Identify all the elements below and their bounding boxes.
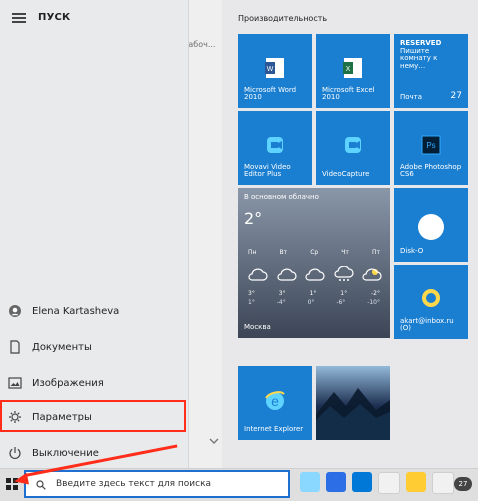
word-icon: W bbox=[263, 56, 287, 83]
weather-day: Пт bbox=[371, 249, 380, 256]
weather-high: -2° bbox=[371, 290, 380, 297]
tile-word-label: Microsoft Word 2010 bbox=[244, 85, 297, 102]
taskbar-app-icon[interactable] bbox=[406, 472, 426, 492]
tile-weather[interactable]: В основном облачно 2° Пн Вт Ср Чт Пт 3° … bbox=[238, 188, 390, 338]
cloud-icon bbox=[305, 268, 325, 281]
tile-excel-label: Microsoft Excel 2010 bbox=[322, 85, 375, 102]
movavi-icon bbox=[263, 133, 287, 160]
sun-cloud-icon bbox=[362, 268, 382, 281]
taskbar-search[interactable]: Введите здесь текст для поиска bbox=[24, 470, 290, 498]
mail-preview: RESERVED Пишите комнату к нему… bbox=[400, 39, 462, 71]
mail-badge: 27 bbox=[450, 91, 462, 102]
rail-item-power-label: Выключение bbox=[32, 447, 99, 459]
start-left-rail: ПУСК Elena Kartasheva Документы Изображе… bbox=[0, 0, 189, 468]
cloud-icon bbox=[276, 268, 297, 281]
apps-list-peek bbox=[188, 0, 222, 468]
weather-low: -6° bbox=[336, 299, 346, 306]
weather-highs: 3° 3° 1° 1° -2° bbox=[248, 290, 380, 298]
search-icon bbox=[36, 475, 46, 494]
power-icon bbox=[8, 446, 22, 460]
taskbar-icons bbox=[300, 472, 454, 494]
weather-low: -10° bbox=[367, 299, 380, 306]
weather-condition: В основном облачно bbox=[244, 193, 319, 201]
tile-photos[interactable] bbox=[316, 366, 390, 440]
weather-low: 0° bbox=[307, 299, 315, 306]
tile-ie[interactable]: e Internet Explorer bbox=[238, 366, 312, 440]
tile-email-account-label: akart@inbox.ru (O) bbox=[400, 316, 454, 333]
tiles-group-title: Производительность bbox=[238, 14, 328, 23]
taskbar-app-icon[interactable] bbox=[378, 472, 400, 494]
photoshop-icon: Ps bbox=[419, 133, 443, 160]
tile-excel[interactable]: X Microsoft Excel 2010 bbox=[316, 34, 390, 108]
svg-text:W: W bbox=[267, 66, 274, 73]
tile-ie-label: Internet Explorer bbox=[244, 425, 304, 434]
rail-item-user-label: Elena Kartasheva bbox=[32, 305, 120, 317]
tile-movavi[interactable]: Movavi Video Editor Plus bbox=[238, 111, 312, 185]
weather-day: Чт bbox=[341, 249, 349, 256]
tile-disko[interactable]: Disk-O bbox=[394, 188, 468, 262]
tile-disko-label: Disk-O bbox=[400, 247, 424, 256]
weather-lows: 1° -4° 0° -6° -10° bbox=[248, 299, 380, 307]
tile-word[interactable]: W Microsoft Word 2010 bbox=[238, 34, 312, 108]
rail-item-documents-label: Документы bbox=[32, 341, 92, 353]
menu-header: ПУСК bbox=[12, 12, 70, 23]
tile-email-account[interactable]: akart@inbox.ru (O) bbox=[394, 265, 468, 339]
taskbar-notification-badge: 27 bbox=[454, 477, 472, 491]
weather-city: Москва bbox=[244, 323, 271, 332]
weather-day: Вт bbox=[279, 249, 288, 256]
disk-o-icon bbox=[418, 214, 444, 240]
user-icon bbox=[8, 304, 22, 318]
weather-high: 1° bbox=[309, 290, 317, 297]
weather-day: Ср bbox=[310, 249, 319, 256]
weather-day: Пн bbox=[248, 249, 257, 256]
tile-videocapture-label: VideoCapture bbox=[322, 170, 370, 179]
snow-cloud-icon bbox=[333, 266, 354, 281]
weather-high: 1° bbox=[340, 290, 348, 297]
weather-temperature: 2° bbox=[244, 209, 263, 228]
rail-item-user[interactable]: Elena Kartasheva bbox=[8, 296, 178, 326]
taskbar-app-icon[interactable] bbox=[326, 472, 346, 492]
document-icon bbox=[8, 340, 22, 354]
menu-title: ПУСК bbox=[38, 12, 71, 23]
weather-icons bbox=[246, 266, 382, 282]
svg-text:e: e bbox=[271, 393, 279, 409]
cloud-icon bbox=[248, 268, 268, 281]
tile-photoshop[interactable]: Ps Adobe Photoshop CS6 bbox=[394, 111, 468, 185]
svg-text:X: X bbox=[346, 66, 351, 73]
email-account-icon bbox=[420, 287, 442, 312]
search-placeholder: Введите здесь текст для поиска bbox=[56, 479, 212, 489]
photo-landscape-icon bbox=[316, 388, 390, 440]
svg-text:Ps: Ps bbox=[426, 141, 435, 150]
taskbar-app-icon[interactable] bbox=[432, 472, 454, 494]
tile-videocapture[interactable]: VideoCapture bbox=[316, 111, 390, 185]
rail-item-documents[interactable]: Документы bbox=[8, 332, 178, 362]
hamburger-icon[interactable] bbox=[12, 12, 26, 23]
tile-movavi-label: Movavi Video Editor Plus bbox=[244, 162, 291, 179]
weather-high: 3° bbox=[248, 290, 255, 297]
excel-icon: X bbox=[341, 56, 365, 83]
rail-item-images-label: Изображения bbox=[32, 377, 104, 389]
taskbar-app-icon[interactable] bbox=[300, 472, 320, 492]
tile-mail[interactable]: RESERVED Пишите комнату к нему… Почта 27 bbox=[394, 34, 468, 108]
weather-days: Пн Вт Ср Чт Пт bbox=[248, 249, 380, 257]
rail-item-images[interactable]: Изображения bbox=[8, 368, 178, 398]
weather-high: 3° bbox=[278, 290, 286, 297]
weather-low: -4° bbox=[276, 299, 286, 306]
chevron-down-icon[interactable] bbox=[208, 432, 220, 444]
ie-icon: e bbox=[262, 388, 288, 417]
taskbar-app-icon[interactable] bbox=[352, 472, 372, 492]
videocapture-icon bbox=[341, 133, 365, 160]
mail-preview-snippet: Пишите комнату к нему… bbox=[400, 46, 438, 71]
weather-low: 1° bbox=[248, 299, 255, 306]
tile-photoshop-label: Adobe Photoshop CS6 bbox=[400, 162, 462, 179]
image-icon bbox=[8, 376, 22, 390]
settings-highlight-box bbox=[0, 400, 186, 432]
